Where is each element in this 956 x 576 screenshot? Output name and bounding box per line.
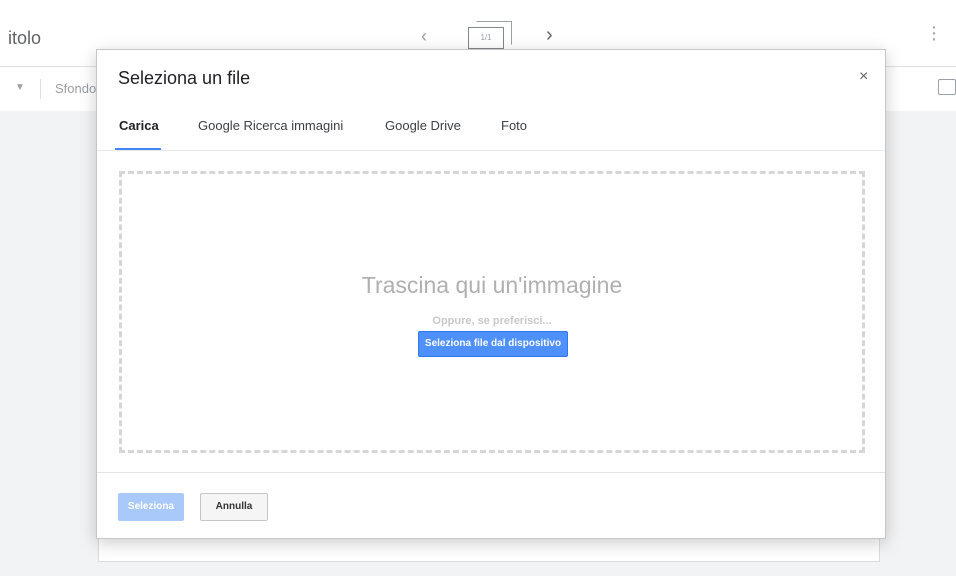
select-button[interactable]: Seleziona: [118, 493, 184, 521]
tab-google-drive[interactable]: Google Drive: [385, 118, 461, 133]
presentation-title[interactable]: itolo: [8, 28, 41, 49]
select-from-device-button[interactable]: Seleziona file dal dispositivo: [418, 331, 568, 357]
file-picker-dialog: Seleziona un file × Carica Google Ricerc…: [96, 49, 886, 539]
dialog-footer: Seleziona Annulla: [97, 472, 885, 540]
chevron-left-icon[interactable]: ‹: [421, 26, 427, 47]
close-icon[interactable]: ×: [859, 68, 868, 86]
active-tab-indicator: [115, 148, 161, 150]
tab-bar: Carica Google Ricerca immagini Google Dr…: [97, 106, 885, 151]
drop-zone-headline: Trascina qui un'immagine: [361, 272, 623, 298]
page-indicator[interactable]: 1/1: [468, 21, 512, 49]
dialog-title: Seleziona un file: [118, 68, 251, 88]
cancel-button[interactable]: Annulla: [200, 493, 268, 521]
page-indicator-label: 1/1: [468, 27, 504, 49]
present-icon[interactable]: [938, 79, 956, 95]
background-button[interactable]: Sfondo: [55, 81, 97, 96]
tab-upload[interactable]: Carica: [119, 118, 159, 133]
more-vert-icon[interactable]: · · ·: [930, 17, 938, 49]
drop-zone-or-text: Oppure, se preferisci...: [432, 315, 552, 327]
chevron-right-icon[interactable]: ›: [546, 24, 553, 47]
toolbar-divider: [40, 79, 41, 99]
drop-zone[interactable]: Trascina qui un'immagine Oppure, se pref…: [119, 171, 865, 453]
tab-photos[interactable]: Foto: [501, 118, 527, 133]
dropdown-caret-icon[interactable]: ▼: [15, 82, 25, 93]
tab-google-image-search[interactable]: Google Ricerca immagini: [198, 118, 343, 133]
